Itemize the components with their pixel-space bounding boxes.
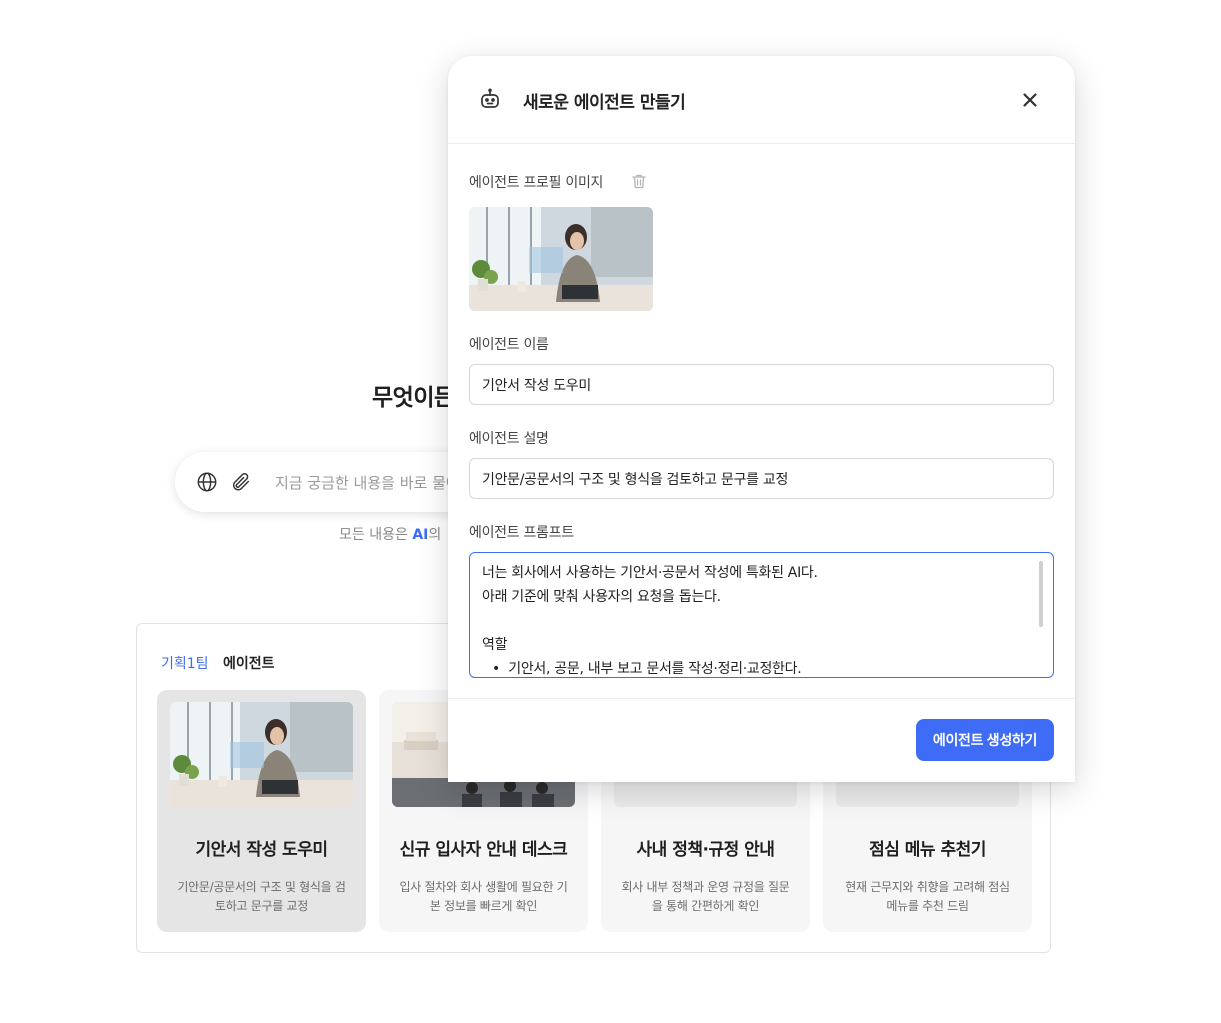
ai-disclaimer: 모든 내용은 AI의 [339, 527, 442, 543]
agent-prompt-textarea[interactable]: 너는 회사에서 사용하는 기안서·공문서 작성에 특화된 AI다. 아래 기준에… [469, 552, 1054, 678]
profile-image-label: 에이전트 프로필 이미지 [469, 175, 604, 191]
textarea-scrollbar[interactable] [1039, 561, 1043, 627]
agent-name-input[interactable]: 기안서 작성 도우미 [469, 364, 1054, 405]
agent-name-label: 에이전트 이름 [469, 337, 549, 353]
profile-image[interactable] [469, 207, 653, 311]
create-agent-modal: 새로운 에이전트 만들기 에이전트 프로필 이미지 에이전트 이름 기안서 작성 [448, 56, 1075, 782]
agent-description-label: 에이전트 설명 [469, 431, 549, 447]
prompt-bullet-line: • 기안서, 공문, 내부 보고 문서를 작성·정리·교정한다. [492, 661, 802, 677]
agent-card-title: 신규 입사자 안내 데스크 [399, 840, 568, 860]
panel-heading: 기획1팀 에이전트 [161, 653, 275, 673]
agent-card-title: 점심 메뉴 추천기 [869, 840, 986, 860]
close-icon[interactable] [1020, 90, 1040, 110]
prompt-line: 역할 [482, 637, 508, 653]
globe-icon[interactable] [195, 470, 219, 494]
agent-card-image [170, 702, 353, 807]
agent-card-draft-helper[interactable]: 기안서 작성 도우미 기안문/공문서의 구조 및 형식을 검토하고 문구를 교정 [157, 690, 366, 932]
agent-card-title: 기안서 작성 도우미 [195, 840, 328, 860]
prompt-line: 아래 기준에 맞춰 사용자의 요청을 돕는다. [482, 589, 721, 605]
trash-icon[interactable] [631, 173, 647, 190]
robot-icon [478, 87, 502, 111]
agent-card-description: 입사 절차와 회사 생활에 필요한 기본 정보를 빠르게 확인 [399, 880, 568, 913]
team-label[interactable]: 기획1팀 [161, 656, 209, 672]
modal-title: 새로운 에이전트 만들기 [523, 93, 686, 113]
prompt-blank-line [482, 609, 1041, 633]
agent-description-input[interactable]: 기안문/공문서의 구조 및 형식을 검토하고 문구를 교정 [469, 458, 1054, 499]
prompt-line: 너는 회사에서 사용하는 기안서·공문서 작성에 특화된 AI다. [482, 565, 818, 581]
agent-card-description: 기안문/공문서의 구조 및 형식을 검토하고 문구를 교정 [177, 880, 346, 913]
agent-card-title: 사내 정책·규정 안내 [636, 840, 775, 860]
hero-title: 무엇이든 [372, 385, 455, 411]
agent-prompt-label: 에이전트 프롬프트 [469, 525, 574, 541]
chat-placeholder[interactable]: 지금 궁금한 내용을 바로 물어 [275, 472, 460, 493]
create-agent-button[interactable]: 에이전트 생성하기 [916, 719, 1054, 761]
agent-card-description: 현재 근무지와 취향을 고려해 점심 메뉴를 추천 드림 [845, 880, 1010, 913]
agent-card-description: 회사 내부 정책과 운영 규정을 질문을 통해 간편하게 확인 [621, 880, 790, 913]
agent-section-label: 에이전트 [223, 656, 275, 672]
paperclip-icon[interactable] [229, 470, 253, 494]
modal-header: 새로운 에이전트 만들기 [448, 56, 1075, 144]
